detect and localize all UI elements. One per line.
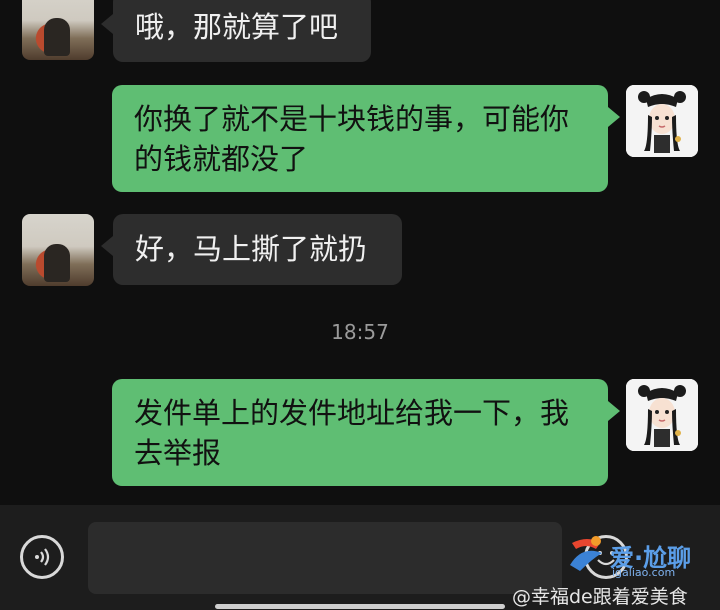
message-bubble-outgoing: 发件单上的发件地址给我一下，我 去举报 <box>112 379 620 486</box>
my-avatar[interactable] <box>626 379 698 451</box>
chat-area: 哦，那就算了吧 你换了就不是十块钱的事，可能你 的钱就都没了 好，马上撕了就扔 … <box>0 0 720 505</box>
my-avatar[interactable] <box>626 85 698 157</box>
message-bubble-outgoing: 你换了就不是十块钱的事，可能你 的钱就都没了 <box>112 85 620 192</box>
message-bubble-incoming: 哦，那就算了吧 <box>101 0 371 62</box>
watermark-weibo: @幸福de跟着爱美食 <box>512 586 688 608</box>
home-indicator <box>215 604 505 609</box>
message-line: 发件单上的发件地址给我一下，我 <box>134 396 570 430</box>
message-bubble-incoming: 好，马上撕了就扔 <box>101 214 402 285</box>
contact-avatar[interactable] <box>22 214 94 286</box>
message-timestamp: 18:57 <box>331 320 389 344</box>
voice-button[interactable] <box>20 535 64 579</box>
message-line: 去举报 <box>134 436 222 470</box>
message-input[interactable] <box>88 522 562 594</box>
girl-avatar-icon <box>626 379 698 451</box>
voice-wave-icon <box>35 548 50 566</box>
message-text: 哦，那就算了吧 <box>135 10 339 44</box>
girl-avatar-icon <box>626 85 698 157</box>
message-line: 的钱就都没了 <box>134 142 309 176</box>
contact-avatar[interactable] <box>22 0 94 60</box>
message-text: 好，马上撕了就扔 <box>135 232 368 266</box>
watermark-url: igaliao.com <box>612 566 676 579</box>
message-line: 你换了就不是十块钱的事，可能你 <box>134 102 570 136</box>
